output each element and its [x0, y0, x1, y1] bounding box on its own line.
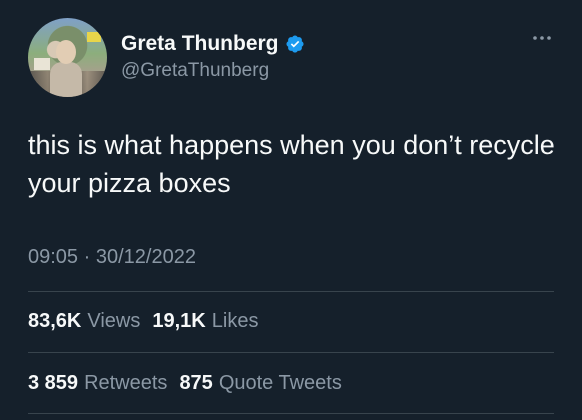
- divider: [28, 413, 554, 414]
- likes-count: 19,1K: [152, 310, 206, 332]
- divider: [28, 352, 554, 353]
- tweet-date: 30/12/2022: [95, 246, 196, 268]
- quote-tweets-count: 875: [179, 372, 213, 394]
- retweets-stat[interactable]: 3 859 Retweets: [28, 372, 167, 395]
- avatar[interactable]: [28, 18, 107, 97]
- tweet-timestamp[interactable]: 09:05 · 30/12/2022: [28, 246, 196, 269]
- tweet-time: 09:05: [28, 246, 79, 268]
- retweets-count: 3 859: [28, 372, 79, 394]
- avatar-face: [56, 40, 76, 64]
- views-stat[interactable]: 83,6K Views: [28, 310, 140, 333]
- views-label: Views: [87, 310, 141, 332]
- divider: [28, 291, 554, 292]
- user-handle[interactable]: @GretaThunberg: [121, 60, 269, 82]
- quote-tweets-stat[interactable]: 875 Quote Tweets: [179, 372, 341, 395]
- retweets-label: Retweets: [84, 372, 168, 394]
- more-horizontal-icon[interactable]: [530, 28, 554, 48]
- display-name[interactable]: Greta Thunberg: [121, 32, 279, 56]
- views-count: 83,6K: [28, 310, 82, 332]
- likes-label: Likes: [211, 310, 259, 332]
- avatar-sign: [34, 58, 50, 70]
- avatar-sign-yellow: [87, 32, 101, 42]
- tweet-header: Greta Thunberg @GretaThunberg: [28, 18, 554, 98]
- stats-row-views-likes: 83,6K Views 19,1K Likes: [28, 310, 258, 333]
- quote-tweets-label: Quote Tweets: [218, 372, 342, 394]
- name-row: Greta Thunberg: [121, 32, 305, 56]
- meta-separator: ·: [83, 246, 91, 268]
- verified-badge-icon: [285, 34, 305, 54]
- avatar-body: [50, 62, 82, 97]
- stats-row-retweets-quotes: 3 859 Retweets 875 Quote Tweets: [28, 372, 342, 395]
- likes-stat[interactable]: 19,1K Likes: [152, 310, 258, 333]
- tweet-text: this is what happens when you don’t recy…: [28, 130, 555, 198]
